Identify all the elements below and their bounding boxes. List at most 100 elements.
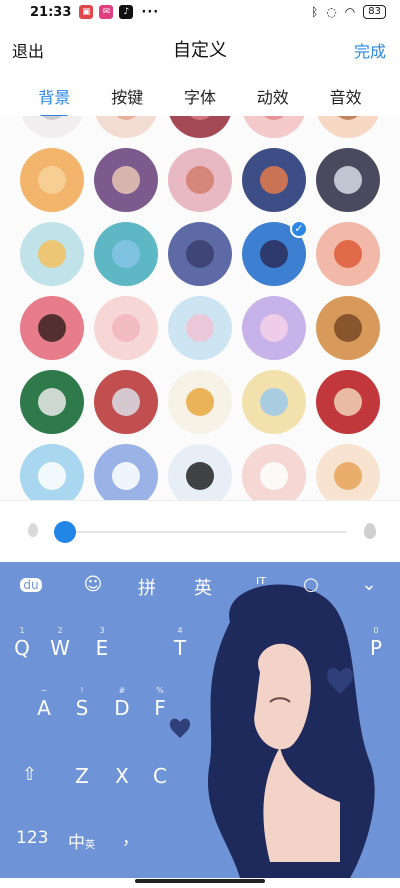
status-time: 21:33 [30,4,72,20]
background-thumbnail[interactable] [242,116,306,138]
thumbnail-art [38,314,66,342]
key-hint: # [118,686,126,695]
key-q[interactable]: 1Q [6,626,38,660]
background-thumbnail[interactable] [242,148,306,212]
background-thumbnail[interactable] [168,296,232,360]
thumbnail-art [260,116,288,120]
background-thumbnail[interactable] [20,370,84,434]
shift-key[interactable]: ⇧ [22,764,37,785]
key-hint: ~ [40,686,48,695]
opacity-slider-track[interactable] [56,531,346,533]
home-indicator[interactable] [135,879,265,883]
background-thumbnail[interactable] [316,116,380,138]
key-label: X [115,764,129,788]
comma-key[interactable]: ， [122,824,139,849]
key-hint: 0 [373,626,379,635]
background-thumbnail[interactable] [94,370,158,434]
background-thumbnail[interactable] [168,222,232,286]
background-thumbnail[interactable] [20,444,84,500]
background-thumbnail[interactable] [94,444,158,500]
notification-app-icon: ▣ [79,5,94,19]
key-t[interactable]: 4T [164,626,196,660]
background-thumbnail[interactable] [242,296,306,360]
thumbnail-art [112,240,140,268]
key-hint: 1 [19,626,25,635]
background-thumbnail[interactable] [242,444,306,500]
background-thumbnail[interactable] [316,444,380,500]
thumbnail-art [112,462,140,490]
number-key[interactable]: 123 [16,828,48,848]
key-label: D [114,696,130,720]
key-hint [106,754,138,764]
cursor-icon[interactable]: ᴵᵀ [246,574,276,595]
key-label: P [369,636,383,660]
key-s[interactable]: ! S [66,686,98,720]
key-hint [66,754,98,764]
background-thumbnail[interactable]: ✓ [242,220,308,286]
thumbnail-art [38,166,66,194]
background-thumbnail[interactable] [168,116,232,138]
key-a[interactable]: ~ A [28,686,60,720]
key-hint: 2 [57,626,63,635]
key-label: Q [14,636,30,660]
key-hint: % [156,686,164,695]
done-button[interactable]: 完成 [354,38,386,62]
tiktok-icon: ♪ [119,5,134,19]
english-mode[interactable]: 英 [188,574,218,600]
thumbnail-art [186,166,214,194]
key-x[interactable]: X [106,754,138,788]
du-logo-icon[interactable]: du [20,578,42,592]
wifi-icon: ◠ [344,5,356,19]
tab-sound[interactable]: 音效 [322,80,370,114]
background-thumbnail[interactable] [316,222,380,286]
background-thumbnail[interactable] [20,148,84,212]
key-label: C [153,764,167,788]
key-e[interactable]: 3E [86,626,118,660]
key-w[interactable]: 2W [44,626,76,660]
background-thumbnail[interactable] [94,222,158,286]
key-c[interactable]: C [144,754,176,788]
language-key[interactable]: 中英 [68,828,95,853]
key-z[interactable]: Z [66,754,98,788]
thumbnail-art [112,166,140,194]
background-thumbnail[interactable] [168,444,232,500]
background-thumbnail[interactable] [94,116,158,138]
pinyin-mode[interactable]: 拼 [132,574,162,600]
background-thumbnail[interactable] [94,148,158,212]
tab-animation[interactable]: 动效 [249,80,297,114]
tab-keys[interactable]: 按键 [103,80,151,114]
background-thumbnail[interactable] [316,370,380,434]
thumbnail-art [186,462,214,490]
background-thumbnail[interactable] [168,370,232,434]
search-icon[interactable]: ○ [296,574,326,595]
background-thumbnail[interactable] [94,296,158,360]
collapse-keyboard-icon[interactable]: ⌄ [354,574,384,595]
key-hint [144,754,176,764]
opacity-slider-area [0,500,400,562]
key-p[interactable]: 0P [360,626,392,660]
thumbnail-art [260,462,288,490]
tab-font[interactable]: 字体 [176,80,224,114]
background-thumbnail[interactable] [242,370,306,434]
thumbnail-art [186,116,214,120]
tab-bar: 背景 按键 字体 动效 音效 [0,80,400,118]
key-label: F [154,696,166,720]
key-f[interactable]: % F [144,686,176,720]
dark-drop-icon [364,523,376,539]
thumbnail-art [38,116,66,120]
key-d[interactable]: # D [106,686,138,720]
background-thumbnail[interactable] [20,222,84,286]
tab-background[interactable]: 背景 [30,80,78,118]
background-thumbnail[interactable] [168,148,232,212]
background-thumbnails: ✓ [20,116,380,500]
key-hint: ! [80,686,84,695]
background-thumbnail[interactable] [20,116,84,138]
thumbnail-art [186,314,214,342]
thumbnail-art [186,240,214,268]
background-thumbnail[interactable] [20,296,84,360]
thumbnail-art [112,116,140,120]
opacity-slider-knob[interactable] [53,521,76,543]
background-thumbnail[interactable] [316,296,380,360]
background-thumbnail[interactable] [316,148,380,212]
emoji-icon[interactable]: ☺ [78,574,108,595]
